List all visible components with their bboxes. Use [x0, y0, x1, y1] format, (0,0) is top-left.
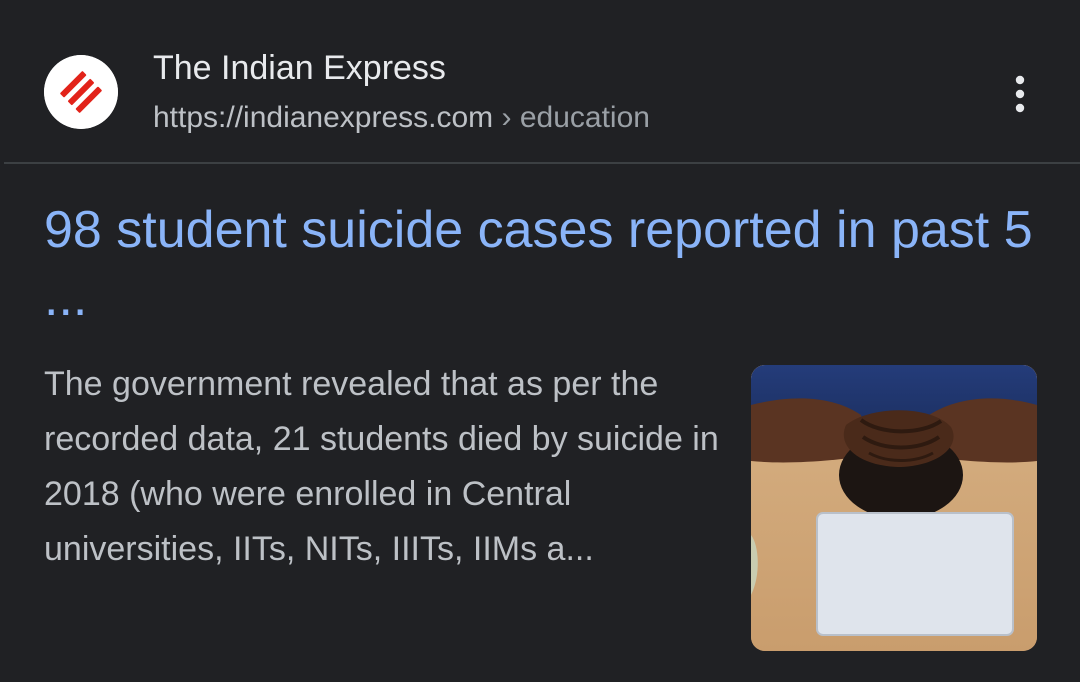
- result-title-link[interactable]: 98 student suicide cases reported in pas…: [44, 196, 1034, 332]
- result-source-row[interactable]: The Indian Express https://indianexpress…: [0, 0, 1080, 162]
- more-vert-icon: [1015, 75, 1025, 113]
- result-thumbnail[interactable]: [751, 365, 1037, 651]
- site-name: The Indian Express: [153, 49, 446, 87]
- breadcrumb-separator: ›: [501, 101, 512, 134]
- result-snippet: The government revealed that as per the …: [44, 365, 719, 568]
- site-url-breadcrumb: https://indianexpress.com › education: [153, 100, 650, 136]
- divider: [4, 162, 1080, 164]
- more-options-button[interactable]: [1000, 70, 1040, 118]
- url-path: education: [519, 101, 650, 134]
- url-domain: https://indianexpress.com: [153, 101, 494, 134]
- indian-express-logo-icon: [44, 55, 118, 129]
- search-result-card: The Indian Express https://indianexpress…: [0, 0, 1080, 682]
- student-head-in-hands-image: [751, 365, 1037, 651]
